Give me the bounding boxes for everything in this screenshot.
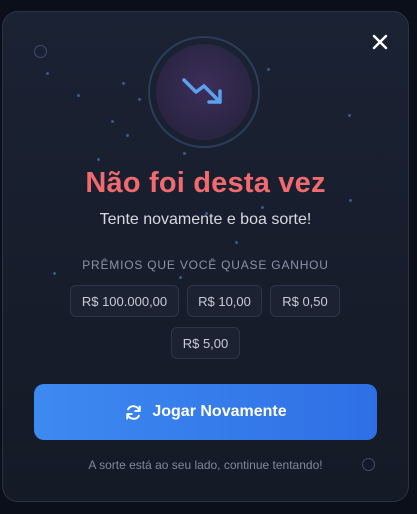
result-icon-circle: [156, 44, 252, 140]
prize-chip: R$ 0,50: [270, 285, 340, 317]
decorative-ring: [34, 45, 47, 58]
decorative-dot: [111, 120, 114, 123]
prizes-heading: PRÊMIOS QUE VOCÊ QUASE GANHOU: [82, 258, 329, 272]
result-icon-ring: [148, 36, 260, 148]
result-modal: Não foi desta vez Tente novamente e boa …: [2, 11, 409, 502]
decorative-dot: [235, 241, 238, 244]
decorative-dot: [46, 72, 49, 75]
decorative-dot: [138, 98, 141, 101]
decorative-dot: [53, 272, 56, 275]
decorative-dot: [183, 152, 186, 155]
decorative-dot: [179, 276, 182, 279]
refresh-icon: [126, 404, 142, 420]
page-backdrop: Não foi desta vez Tente novamente e boa …: [0, 0, 417, 514]
close-icon: [372, 34, 388, 50]
play-again-button[interactable]: Jogar Novamente: [34, 384, 377, 440]
footer-message: A sorte está ao seu lado, continue tenta…: [88, 458, 323, 472]
modal-title: Não foi desta vez: [85, 167, 326, 199]
prize-chip: R$ 5,00: [171, 327, 240, 359]
decorative-dot: [97, 158, 100, 161]
decorative-dot: [122, 82, 125, 85]
decorative-dot: [126, 134, 129, 137]
modal-subtitle: Tente novamente e boa sorte!: [99, 211, 312, 228]
decorative-dot: [77, 94, 80, 97]
decorative-dot: [348, 114, 351, 117]
prize-chip: R$ 10,00: [187, 285, 262, 317]
prize-chip: R$ 100.000,00: [70, 285, 179, 317]
trending-down-icon: [182, 78, 222, 104]
play-again-label: Jogar Novamente: [152, 403, 287, 420]
close-button[interactable]: [369, 31, 391, 53]
decorative-dot: [267, 68, 270, 71]
decorative-dot: [261, 206, 264, 209]
